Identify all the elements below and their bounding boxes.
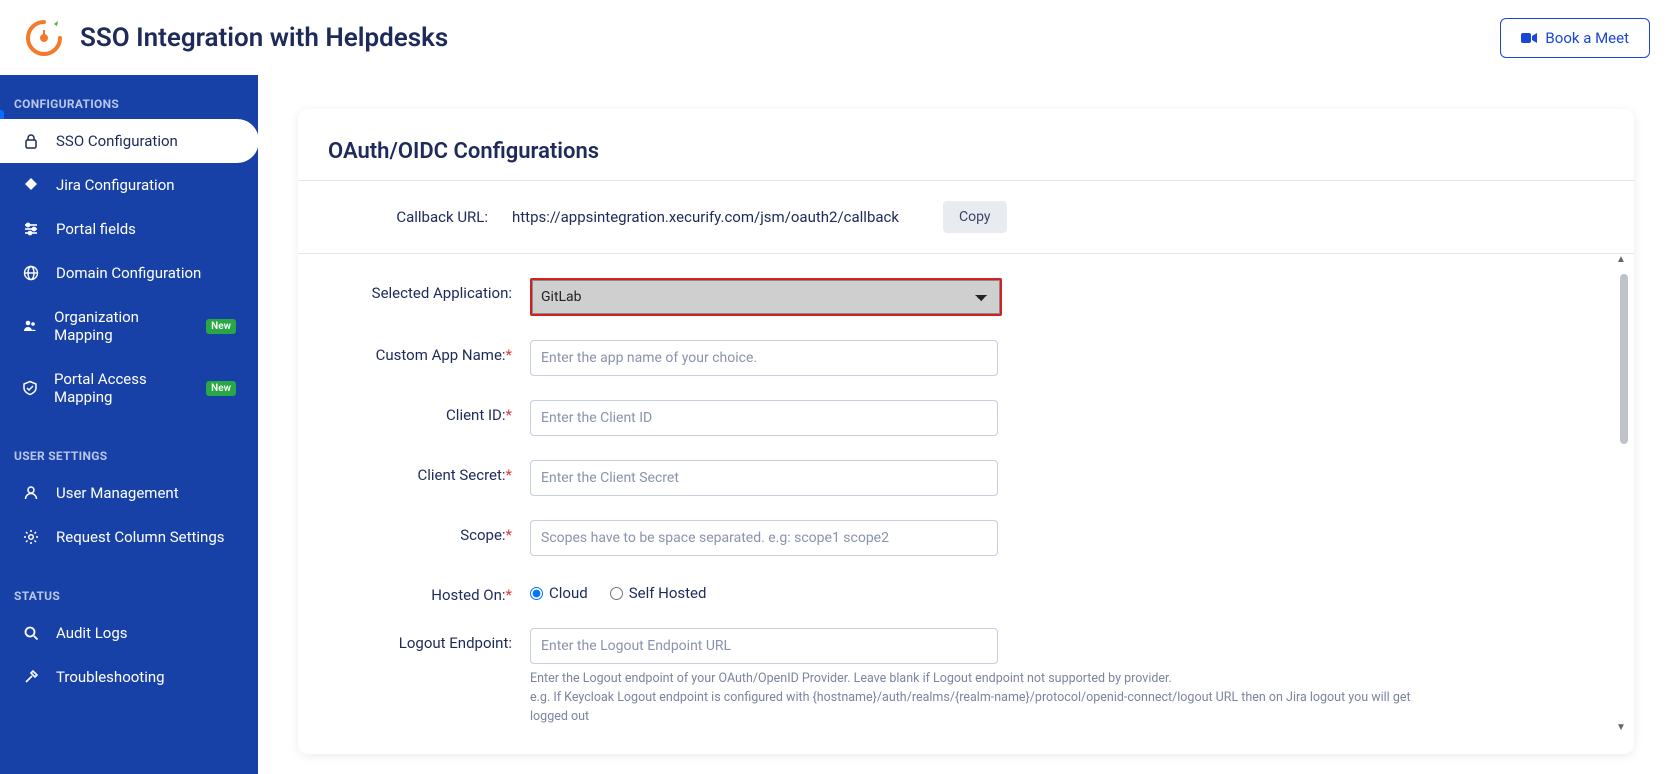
- scope-input[interactable]: [530, 520, 998, 556]
- custom-app-input[interactable]: [530, 340, 998, 376]
- sidebar-item-label: Request Column Settings: [56, 528, 224, 546]
- sidebar-item-label: Troubleshooting: [56, 668, 165, 686]
- sliders-icon: [22, 221, 40, 237]
- sidebar-item-label: User Management: [56, 484, 179, 502]
- book-meet-button[interactable]: Book a Meet: [1500, 18, 1650, 58]
- sidebar-item-label: Domain Configuration: [56, 264, 201, 282]
- hosted-cloud-label: Cloud: [549, 584, 588, 602]
- sidebar-item-sso-config[interactable]: SSO Configuration: [0, 119, 259, 163]
- gear-icon: [22, 529, 40, 545]
- sidebar-section-status: STATUS: [0, 577, 258, 611]
- sidebar-item-label: Audit Logs: [56, 624, 128, 642]
- selected-app-highlight: GitLab: [530, 278, 1002, 316]
- app-logo: [24, 18, 64, 58]
- user-icon: [22, 485, 40, 501]
- sidebar-item-jira-config[interactable]: Jira Configuration: [0, 163, 258, 207]
- sidebar-item-label: Jira Configuration: [56, 176, 175, 194]
- callback-url-label: Callback URL:: [328, 208, 488, 226]
- logout-endpoint-input[interactable]: [530, 628, 998, 664]
- selected-app-label: Selected Application:: [328, 278, 518, 302]
- hosted-self-radio[interactable]: [610, 587, 623, 600]
- client-secret-input[interactable]: [530, 460, 998, 496]
- scroll-down-icon[interactable]: ▼: [1614, 722, 1628, 734]
- scrollbar[interactable]: ▲ ▼: [1614, 254, 1628, 734]
- callback-row: Callback URL: https://appsintegration.xe…: [298, 181, 1634, 254]
- sidebar-item-org-mapping[interactable]: Organization Mapping New: [0, 295, 258, 357]
- callback-url-value: https://appsintegration.xecurify.com/jsm…: [512, 208, 899, 226]
- config-card: OAuth/OIDC Configurations Callback URL: …: [298, 109, 1634, 754]
- search-icon: [22, 625, 40, 641]
- lock-icon: [22, 133, 40, 149]
- shield-icon: [22, 380, 38, 396]
- card-title: OAuth/OIDC Configurations: [328, 139, 1604, 164]
- client-id-input[interactable]: [530, 400, 998, 436]
- sidebar-section-config: CONFIGURATIONS: [0, 85, 258, 119]
- hosted-on-label: Hosted On:*: [328, 580, 518, 604]
- sidebar-item-label: Portal Access Mapping: [54, 370, 186, 406]
- new-badge: New: [206, 319, 236, 334]
- sidebar: CONFIGURATIONS SSO Configuration Jira Co…: [0, 75, 258, 774]
- app-header: SSO Integration with Helpdesks Book a Me…: [0, 0, 1674, 75]
- hammer-icon: [22, 669, 40, 685]
- hosted-cloud-option[interactable]: Cloud: [530, 584, 588, 602]
- sidebar-item-label: SSO Configuration: [56, 132, 178, 150]
- book-meet-label: Book a Meet: [1545, 29, 1629, 47]
- sidebar-item-label: Organization Mapping: [54, 308, 186, 344]
- copy-button[interactable]: Copy: [943, 201, 1007, 233]
- new-badge: New: [206, 381, 236, 396]
- sidebar-item-portal-access[interactable]: Portal Access Mapping New: [0, 357, 258, 419]
- header-left: SSO Integration with Helpdesks: [24, 18, 448, 58]
- hosted-cloud-radio[interactable]: [530, 587, 543, 600]
- users-icon: [22, 318, 38, 334]
- custom-app-label: Custom App Name:*: [328, 340, 518, 364]
- scope-label: Scope:*: [328, 520, 518, 544]
- sidebar-item-portal-fields[interactable]: Portal fields: [0, 207, 258, 251]
- sidebar-section-user: USER SETTINGS: [0, 437, 258, 471]
- scroll-thumb[interactable]: [1620, 274, 1628, 444]
- sidebar-item-user-mgmt[interactable]: User Management: [0, 471, 258, 515]
- logout-endpoint-label: Logout Endpoint:: [328, 628, 518, 652]
- main-content: OAuth/OIDC Configurations Callback URL: …: [258, 75, 1674, 774]
- globe-icon: [22, 265, 40, 281]
- sidebar-item-troubleshoot[interactable]: Troubleshooting: [0, 655, 258, 699]
- hosted-self-label: Self Hosted: [629, 584, 707, 602]
- form-footer: Save Cancel: [328, 732, 1584, 734]
- scroll-up-icon[interactable]: ▲: [1614, 254, 1628, 266]
- sidebar-item-label: Portal fields: [56, 220, 136, 238]
- logout-help-2: e.g. If Keycloak Logout endpoint is conf…: [530, 689, 1450, 727]
- form-scroll-area: Selected Application: GitLab Custom App …: [298, 254, 1634, 734]
- jira-icon: [22, 177, 40, 193]
- selected-app-select[interactable]: GitLab: [532, 280, 1000, 314]
- logout-help-1: Enter the Logout endpoint of your OAuth/…: [530, 670, 1450, 689]
- page-title: SSO Integration with Helpdesks: [80, 23, 448, 53]
- sidebar-item-req-columns[interactable]: Request Column Settings: [0, 515, 258, 559]
- sidebar-item-audit[interactable]: Audit Logs: [0, 611, 258, 655]
- client-id-label: Client ID:*: [328, 400, 518, 424]
- video-icon: [1521, 32, 1537, 44]
- hosted-self-option[interactable]: Self Hosted: [610, 584, 707, 602]
- client-secret-label: Client Secret:*: [328, 460, 518, 484]
- sidebar-item-domain-config[interactable]: Domain Configuration: [0, 251, 258, 295]
